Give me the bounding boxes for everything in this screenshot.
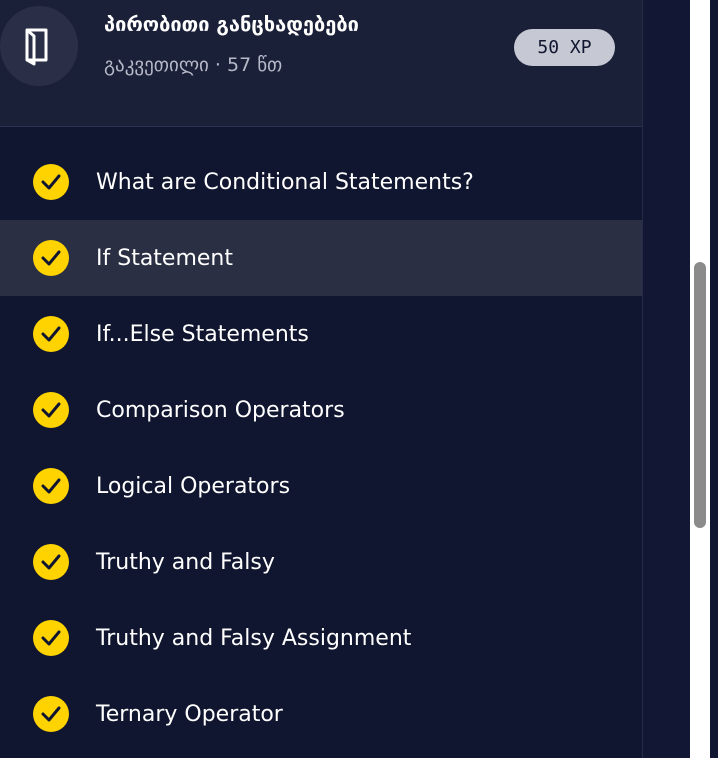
lesson-label: Ternary Operator [96, 701, 283, 727]
lesson-item[interactable]: What are Conditional Statements? [0, 144, 642, 220]
lesson-label: Comparison Operators [96, 397, 345, 423]
lesson-list: What are Conditional Statements? If Stat… [0, 144, 642, 752]
lesson-label: Truthy and Falsy [96, 549, 275, 575]
check-icon [33, 544, 69, 580]
lesson-meta: გაკვეთილი · 57 წთ [104, 54, 283, 76]
lesson-item[interactable]: Truthy and Falsy Assignment [0, 600, 642, 676]
check-icon [33, 316, 69, 352]
check-icon [33, 696, 69, 732]
lesson-label: Logical Operators [96, 473, 291, 499]
scrollbar-thumb[interactable] [694, 262, 706, 528]
check-icon [33, 392, 69, 428]
lesson-item[interactable]: Logical Operators [0, 448, 642, 524]
lesson-label: If...Else Statements [96, 321, 309, 347]
lesson-panel: პირობითი განცხადებები გაკვეთილი · 57 წთ … [0, 0, 642, 758]
check-icon [33, 468, 69, 504]
lesson-header: პირობითი განცხადებები გაკვეთილი · 57 წთ … [0, 0, 642, 127]
check-icon [33, 240, 69, 276]
check-icon [33, 164, 69, 200]
xp-badge: 50 XP [514, 29, 615, 66]
book-icon [0, 6, 78, 86]
lesson-item[interactable]: Truthy and Falsy [0, 524, 642, 600]
lesson-label: Truthy and Falsy Assignment [96, 625, 412, 651]
lesson-item-active[interactable]: If Statement [0, 220, 642, 296]
check-icon [33, 620, 69, 656]
lesson-item[interactable]: If...Else Statements [0, 296, 642, 372]
lesson-label: What are Conditional Statements? [96, 169, 474, 195]
content-edge [643, 0, 690, 758]
lesson-item[interactable]: Comparison Operators [0, 372, 642, 448]
lesson-label: If Statement [96, 245, 233, 271]
lesson-item[interactable]: Ternary Operator [0, 676, 642, 752]
right-edge [710, 0, 718, 758]
page-title: პირობითი განცხადებები [104, 12, 359, 36]
